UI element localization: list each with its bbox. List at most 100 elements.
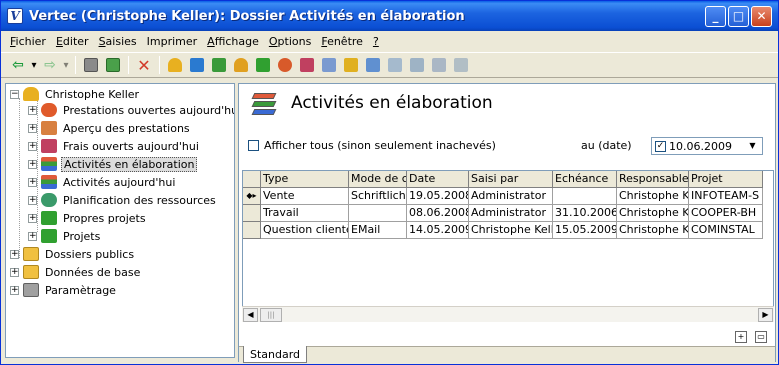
cell-mode[interactable]: Schriftlich xyxy=(349,188,407,205)
tree-node-activites-elaboration[interactable]: + Activités en élaboration xyxy=(28,156,198,172)
menu-saisies[interactable]: Saisies xyxy=(94,35,142,48)
building-icon[interactable] xyxy=(186,54,208,76)
calculator-icon[interactable] xyxy=(318,54,340,76)
expand-icon[interactable]: + xyxy=(28,141,37,151)
expand-icon[interactable]: + xyxy=(28,159,37,169)
expand-icon[interactable]: + xyxy=(28,177,37,187)
tree-structure-icon[interactable] xyxy=(102,54,124,76)
column-header-type[interactable]: Type xyxy=(261,171,349,188)
cell-date[interactable]: 14.05.2009 xyxy=(407,222,469,239)
forward-history-chevron-icon[interactable]: ▾ xyxy=(61,54,71,76)
scroll-right-icon[interactable]: ▶ xyxy=(758,308,773,322)
expand-icon[interactable]: + xyxy=(28,123,37,133)
cell-mode[interactable] xyxy=(349,205,407,222)
calendar-icon[interactable] xyxy=(362,54,384,76)
expand-icon[interactable]: + xyxy=(28,231,37,241)
dropdown-arrow-icon[interactable]: ▼ xyxy=(745,139,760,153)
expand-icon[interactable]: + xyxy=(10,285,19,295)
current-row-marker[interactable]: ◆▸ xyxy=(243,188,261,205)
date-picker[interactable]: ✓ 10.06.2009 ▼ xyxy=(651,137,763,155)
activities-grid[interactable]: Type Mode de co Date Saisi par Echéance … xyxy=(242,170,774,322)
service-icon[interactable] xyxy=(274,54,296,76)
column-header-responsable[interactable]: Responsable xyxy=(617,171,689,188)
cell-mode[interactable]: EMail xyxy=(349,222,407,239)
new-entry-icon[interactable]: + xyxy=(735,331,747,343)
tree-node-donnees-base[interactable]: + Données de base xyxy=(10,264,142,280)
document-icon[interactable] xyxy=(406,54,428,76)
vertec-app-icon[interactable]: V xyxy=(7,8,23,24)
cell-saisi-par[interactable]: Administrator xyxy=(469,188,553,205)
scroll-thumb[interactable]: ||| xyxy=(260,308,282,322)
expand-icon[interactable]: + xyxy=(28,213,37,223)
cell-projet[interactable]: INFOTEAM-S xyxy=(689,188,763,205)
folder-icon[interactable] xyxy=(384,54,406,76)
menu-help[interactable]: ? xyxy=(368,35,384,48)
cell-responsable[interactable]: Christophe Keller xyxy=(617,222,689,239)
project-icon[interactable] xyxy=(252,54,274,76)
title-bar[interactable]: V Vertec (Christophe Keller): Dossier Ac… xyxy=(1,1,778,31)
table-row[interactable]: Travail 08.06.2008 Administrator 31.10.2… xyxy=(243,205,763,222)
menu-fichier[interactable]: Fichier xyxy=(5,35,51,48)
maximize-button[interactable]: □ xyxy=(728,6,749,27)
cell-echeance[interactable]: 15.05.2009 xyxy=(553,222,617,239)
column-header-echeance[interactable]: Echéance xyxy=(553,171,617,188)
tree-node-frais-ouverts[interactable]: + Frais ouverts aujourd'hui xyxy=(28,138,201,154)
menu-options[interactable]: Options xyxy=(264,35,316,48)
horizontal-scrollbar[interactable]: ◀ ||| ▶ xyxy=(242,306,774,322)
tree-node-prestations-ouvertes[interactable]: + Prestations ouvertes aujourd'hui xyxy=(28,102,234,118)
column-header-date[interactable]: Date xyxy=(407,171,469,188)
expense-icon[interactable] xyxy=(296,54,318,76)
tree-node-propres-projets[interactable]: + Propres projets xyxy=(28,210,148,226)
view-toggle-icon[interactable]: ▭ xyxy=(755,331,767,343)
menu-fenetre[interactable]: Fenêtre xyxy=(316,35,368,48)
menu-imprimer[interactable]: Imprimer xyxy=(142,35,203,48)
cell-date[interactable]: 19.05.2008 xyxy=(407,188,469,205)
cell-projet[interactable]: COOPER-BH xyxy=(689,205,763,222)
table-row[interactable]: ◆▸ Vente Schriftlich 19.05.2008 Administ… xyxy=(243,188,763,205)
cell-echeance[interactable]: 31.10.2006 xyxy=(553,205,617,222)
menu-editer[interactable]: Editer xyxy=(51,35,94,48)
navigation-tree[interactable]: − Christophe Keller + Prestations ouvert… xyxy=(5,83,235,358)
row-header[interactable] xyxy=(243,222,261,239)
minimize-button[interactable]: _ xyxy=(705,6,726,27)
back-history-chevron-icon[interactable]: ▾ xyxy=(29,54,39,76)
tree-node-planification[interactable]: + Planification des ressources xyxy=(28,192,218,208)
tree-node-christophe-keller[interactable]: − Christophe Keller xyxy=(10,86,141,102)
cell-responsable[interactable]: Christophe Keller xyxy=(617,188,689,205)
cell-saisi-par[interactable]: Administrator xyxy=(469,205,553,222)
expand-icon[interactable]: + xyxy=(28,195,37,205)
back-arrow-icon[interactable]: ⇦ xyxy=(7,54,29,76)
cell-type[interactable]: Question clientèle xyxy=(261,222,349,239)
expand-icon[interactable]: + xyxy=(10,249,19,259)
scroll-left-icon[interactable]: ◀ xyxy=(243,308,258,322)
cell-saisi-par[interactable]: Christophe Keller xyxy=(469,222,553,239)
users-group-icon[interactable] xyxy=(208,54,230,76)
user-icon[interactable] xyxy=(164,54,186,76)
person-icon[interactable] xyxy=(230,54,252,76)
tab-standard[interactable]: Standard xyxy=(243,346,308,363)
delete-icon[interactable]: ✕ xyxy=(133,54,155,76)
tree-node-projets[interactable]: + Projets xyxy=(28,228,102,244)
expand-icon[interactable]: + xyxy=(28,105,37,115)
details-icon[interactable] xyxy=(80,54,102,76)
tree-node-dossiers-publics[interactable]: + Dossiers publics xyxy=(10,246,136,262)
expand-icon[interactable]: + xyxy=(10,267,19,277)
column-header-mode[interactable]: Mode de co xyxy=(349,171,407,188)
collapse-icon[interactable]: − xyxy=(10,89,19,99)
column-header-saisi-par[interactable]: Saisi par xyxy=(469,171,553,188)
tree-node-activites-aujourdhui[interactable]: + Activités aujourd'hui xyxy=(28,174,177,190)
tree-node-parametrage[interactable]: + Paramètrage xyxy=(10,282,118,298)
cell-date[interactable]: 08.06.2008 xyxy=(407,205,469,222)
cell-echeance[interactable] xyxy=(553,188,617,205)
tree-node-apercu-prestations[interactable]: + Aperçu des prestations xyxy=(28,120,192,136)
row-header[interactable] xyxy=(243,205,261,222)
cell-type[interactable]: Travail xyxy=(261,205,349,222)
close-button[interactable]: ✕ xyxy=(751,6,772,27)
cell-type[interactable]: Vente xyxy=(261,188,349,205)
cell-projet[interactable]: COMINSTAL xyxy=(689,222,763,239)
column-header-projet[interactable]: Projet xyxy=(689,171,763,188)
cell-responsable[interactable]: Christophe Keller xyxy=(617,205,689,222)
link-icon[interactable] xyxy=(428,54,450,76)
activity-icon[interactable] xyxy=(340,54,362,76)
report-icon[interactable] xyxy=(450,54,472,76)
